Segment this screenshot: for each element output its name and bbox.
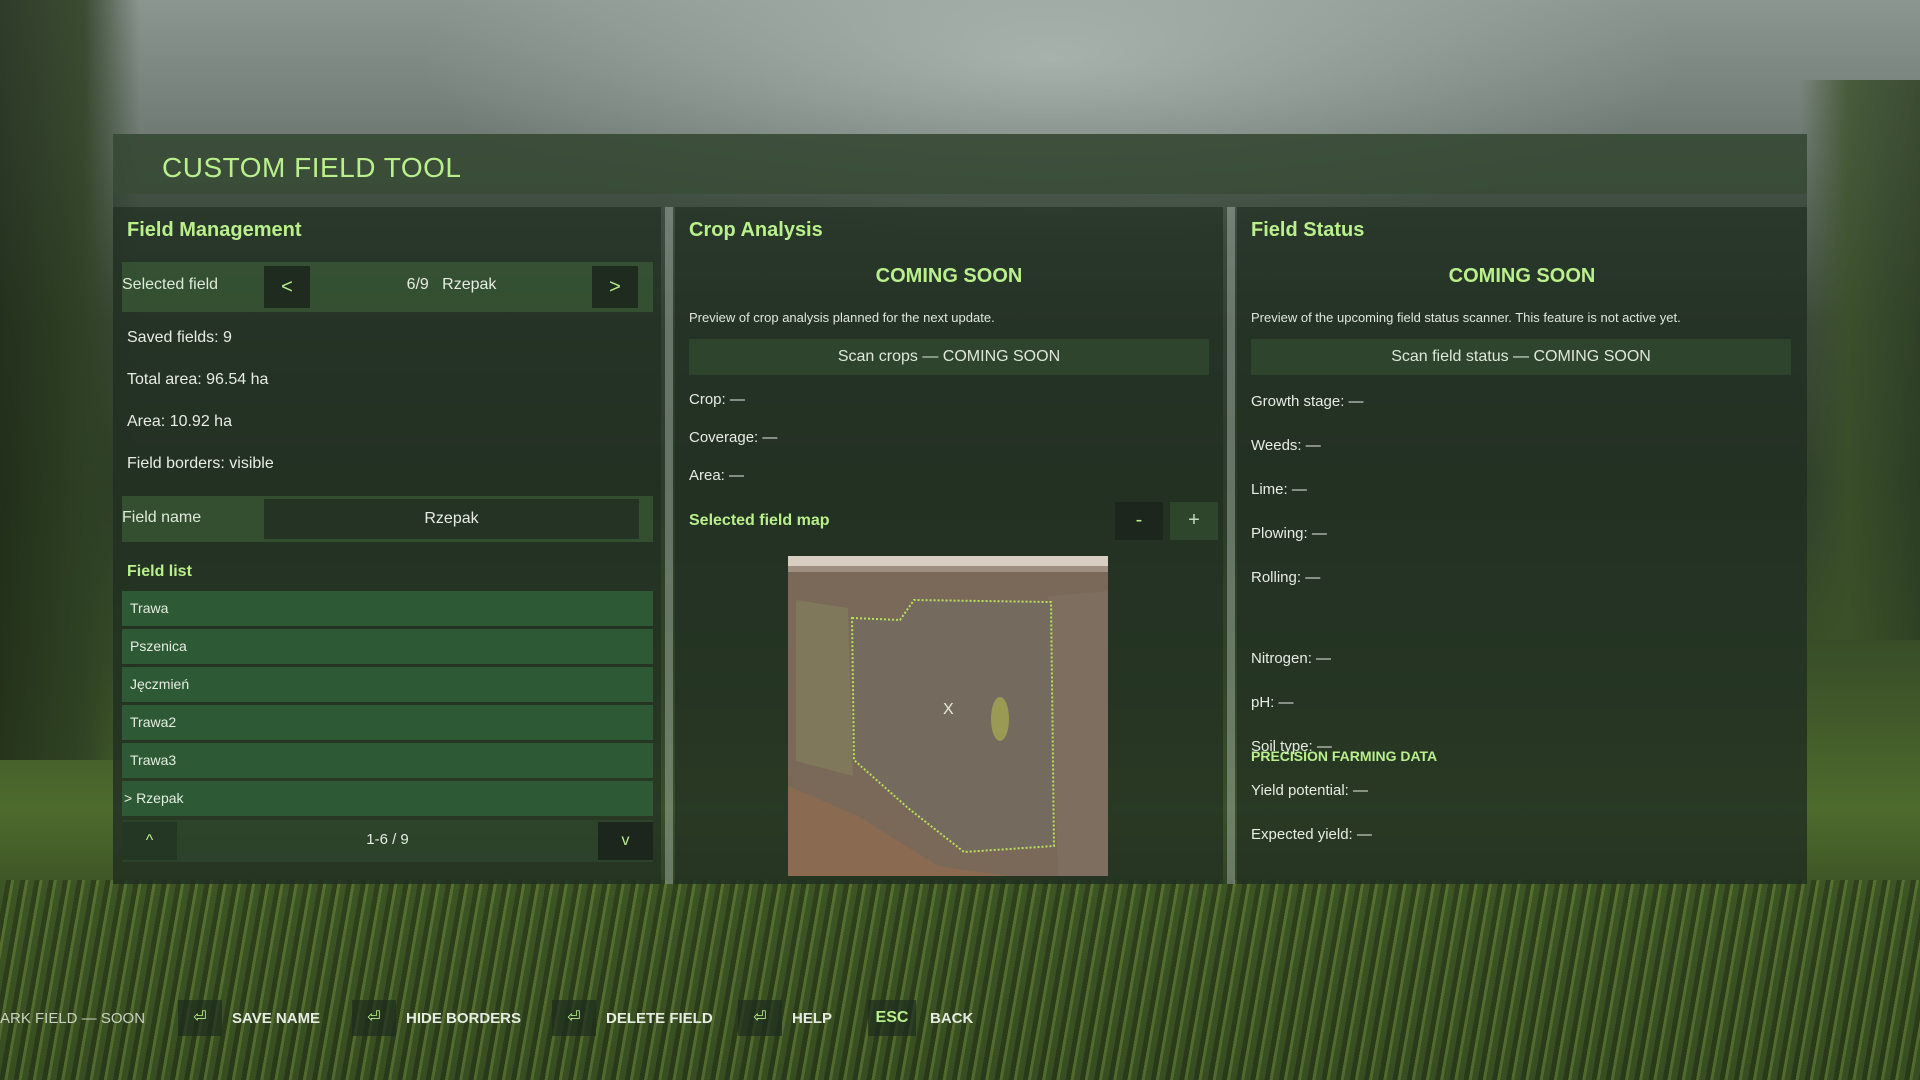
field-list-item[interactable]: Trawa3 bbox=[122, 743, 653, 778]
map-field-marker: X bbox=[943, 701, 954, 718]
rolling-text: Rolling: — bbox=[1251, 569, 1321, 586]
crop-area-text: Area: — bbox=[689, 467, 745, 484]
field-list-item-label: Trawa bbox=[130, 600, 169, 616]
enter-key-icon: ⏎ bbox=[738, 1000, 782, 1036]
save-name-button[interactable]: SAVE NAME bbox=[232, 1010, 320, 1027]
page-up-button[interactable]: ^ bbox=[122, 822, 177, 860]
field-list-title: Field list bbox=[127, 563, 192, 580]
field-name-label: Field name bbox=[122, 509, 202, 526]
field-management-panel: Field Management Selected field < 6/9 Rz… bbox=[113, 207, 661, 884]
prev-field-button[interactable]: < bbox=[264, 266, 310, 308]
selected-field-map[interactable]: X bbox=[788, 556, 1108, 876]
field-list-pager: ^ 1-6 / 9 v bbox=[122, 820, 653, 862]
selected-field-selector: Selected field < 6/9 Rzepak > bbox=[122, 262, 653, 312]
plowing-text: Plowing: — bbox=[1251, 525, 1327, 542]
field-status-coming-soon: COMING SOON bbox=[1448, 265, 1596, 287]
esc-key-icon: ESC bbox=[868, 1000, 916, 1036]
field-list-item[interactable]: Trawa bbox=[122, 591, 653, 626]
total-area-text: Total area: 96.54 ha bbox=[127, 371, 269, 388]
growth-stage-text: Growth stage: — bbox=[1251, 393, 1364, 410]
title-bar: CUSTOM FIELD TOOL bbox=[113, 134, 1807, 194]
field-name-input[interactable]: Rzepak bbox=[264, 499, 639, 539]
soil-type-text: Soil type: — bbox=[1251, 738, 1332, 755]
crop-analysis-preview-text: Preview of crop analysis planned for the… bbox=[689, 310, 995, 325]
enter-key-icon: ⏎ bbox=[552, 1000, 596, 1036]
mark-field-hint[interactable]: ARK FIELD — SOON bbox=[0, 1010, 145, 1027]
selected-field-label: Selected field bbox=[122, 276, 219, 293]
yield-potential-text: Yield potential: — bbox=[1251, 782, 1369, 799]
field-status-preview-text: Preview of the upcoming field status sca… bbox=[1251, 310, 1681, 325]
scan-field-status-button[interactable]: Scan field status — COMING SOON bbox=[1251, 339, 1791, 375]
field-list-item-label: > Rzepak bbox=[124, 790, 184, 806]
crop-analysis-title: Crop Analysis bbox=[689, 219, 823, 241]
field-list-item-selected[interactable]: > Rzepak bbox=[122, 781, 653, 816]
weeds-text: Weeds: — bbox=[1251, 437, 1321, 454]
crop-analysis-coming-soon: COMING SOON bbox=[875, 265, 1023, 287]
background-trees-right bbox=[1800, 80, 1920, 640]
field-list-item[interactable]: Jęczmień bbox=[122, 667, 653, 702]
help-button[interactable]: HELP bbox=[792, 1010, 832, 1027]
field-management-title: Field Management bbox=[127, 219, 302, 241]
field-list-item-label: Pszenica bbox=[130, 638, 187, 654]
enter-key-icon: ⏎ bbox=[178, 1000, 222, 1036]
selected-field-map-title: Selected field map bbox=[689, 512, 830, 529]
hide-borders-button[interactable]: HIDE BORDERS bbox=[406, 1010, 521, 1027]
background-grass bbox=[0, 880, 1920, 1080]
pager-text: 1-6 / 9 bbox=[366, 831, 409, 848]
field-list-item-label: Trawa2 bbox=[130, 714, 177, 730]
area-text: Area: 10.92 ha bbox=[127, 413, 232, 430]
delete-field-button[interactable]: DELETE FIELD bbox=[606, 1010, 713, 1027]
ph-text: pH: — bbox=[1251, 694, 1294, 711]
nitrogen-text: Nitrogen: — bbox=[1251, 650, 1332, 667]
field-list-item-label: Trawa3 bbox=[130, 752, 177, 768]
back-button[interactable]: BACK bbox=[930, 1010, 973, 1027]
custom-field-tool-window: CUSTOM FIELD TOOL Field Management Selec… bbox=[113, 134, 1807, 884]
field-list-item-label: Jęczmień bbox=[130, 676, 190, 692]
next-field-button[interactable]: > bbox=[592, 266, 638, 308]
panel-divider bbox=[1227, 207, 1235, 884]
expected-yield-text: Expected yield: — bbox=[1251, 826, 1372, 843]
saved-fields-text: Saved fields: 9 bbox=[127, 329, 232, 346]
field-status-panel: Field Status COMING SOON Preview of the … bbox=[1237, 207, 1807, 884]
field-list-item[interactable]: Trawa2 bbox=[122, 705, 653, 740]
field-name-row: Field name Rzepak bbox=[122, 496, 653, 542]
crop-analysis-panel: Crop Analysis COMING SOON Preview of cro… bbox=[675, 207, 1223, 884]
input-hint-bar: ARK FIELD — SOON ⏎ SAVE NAME ⏎ HIDE BORD… bbox=[0, 1000, 1920, 1040]
coverage-text: Coverage: — bbox=[689, 429, 778, 446]
panel-divider bbox=[665, 207, 673, 884]
scan-crops-button[interactable]: Scan crops — COMING SOON bbox=[689, 339, 1209, 375]
zoom-out-button[interactable]: - bbox=[1115, 502, 1163, 540]
selected-field-value: 6/9 Rzepak bbox=[406, 276, 497, 293]
zoom-in-button[interactable]: + bbox=[1170, 502, 1218, 540]
page-down-button[interactable]: v bbox=[598, 822, 653, 860]
field-list-item[interactable]: Pszenica bbox=[122, 629, 653, 664]
crop-text: Crop: — bbox=[689, 391, 745, 408]
enter-key-icon: ⏎ bbox=[352, 1000, 396, 1036]
field-borders-text: Field borders: visible bbox=[127, 455, 274, 472]
window-title: CUSTOM FIELD TOOL bbox=[162, 152, 462, 183]
field-status-title: Field Status bbox=[1251, 219, 1365, 241]
lime-text: Lime: — bbox=[1251, 481, 1307, 498]
